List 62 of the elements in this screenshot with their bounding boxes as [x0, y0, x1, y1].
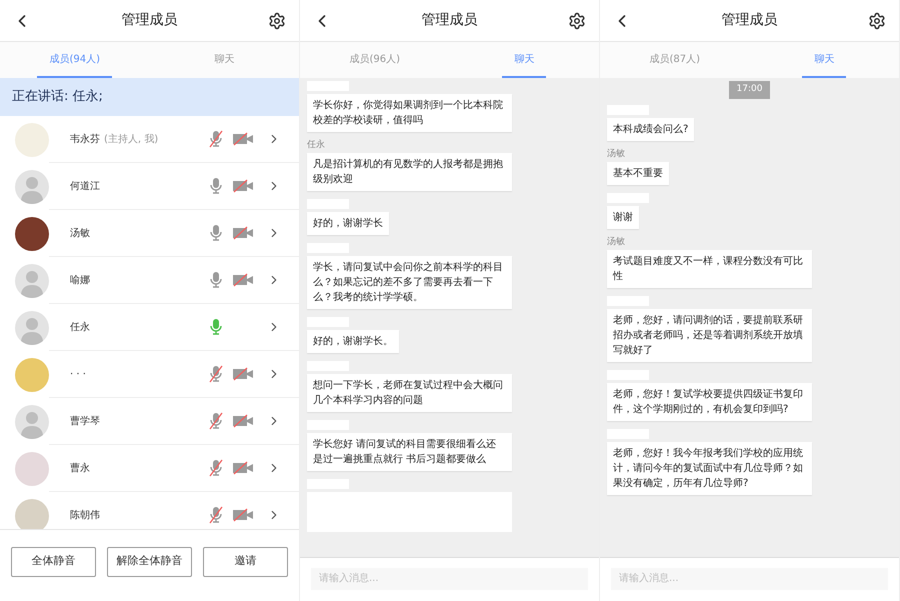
message-bubble: 学长，请问复试中会问你之前本科学的科目么？如果忘记的差不多了需要再去看一下么？我考的统计学学硕。	[307, 256, 512, 309]
settings-icon[interactable]	[267, 10, 287, 30]
camera-off-icon[interactable]	[232, 414, 254, 428]
camera-off-icon[interactable]	[232, 273, 254, 287]
message-bubble: 好的，谢谢学长	[307, 212, 389, 235]
muted-mic-icon[interactable]	[208, 412, 224, 430]
message-bubble: 考试题目难度又不一样，课程分数没有可比性	[607, 250, 812, 288]
message-input[interactable]: 请输入消息...	[311, 568, 588, 590]
mic-icon[interactable]	[208, 318, 224, 336]
camera-off-icon[interactable]	[232, 461, 254, 475]
sender-name: 汤敏	[607, 236, 625, 246]
member-name: 曹学琴	[70, 414, 100, 428]
camera-off-icon[interactable]	[232, 508, 254, 522]
camera-off-icon[interactable]	[232, 367, 254, 381]
member-name: 汤敏	[70, 226, 90, 240]
message-bubble: 谢谢	[607, 206, 639, 228]
tab[interactable]: 成员(87人)	[637, 42, 712, 78]
message-input[interactable]: 请输入消息...	[611, 568, 888, 590]
muted-mic-icon[interactable]	[208, 506, 224, 524]
muted-mic-icon[interactable]	[208, 459, 224, 477]
member-name: 任永	[70, 320, 90, 334]
muted-mic-icon[interactable]	[208, 365, 224, 383]
message-bubble: 学长你好，你觉得如果调剂到一个比本科院校差的学校读研，值得吗	[307, 94, 512, 132]
message-bubble: 本科成绩会问么?	[607, 118, 694, 140]
mic-icon[interactable]	[208, 177, 224, 195]
message-bubble: 凡是招计算机的有见数学的人报考都是拥抱级别欢迎	[307, 153, 512, 191]
member-name: 韦永芬	[70, 132, 100, 146]
tab[interactable]: 聊天	[502, 42, 546, 78]
sender-name: 任永	[307, 140, 325, 150]
member-name: 曹永	[70, 462, 90, 476]
settings-icon[interactable]	[867, 10, 887, 30]
message-bubble: 好的，谢谢学长。	[307, 330, 399, 353]
camera-off-icon[interactable]	[232, 132, 254, 146]
message-bubble: 老师，您好！复试学校要提供四级证书复印件，这个学期刚过的，有机会复印到吗?	[607, 382, 812, 420]
tab[interactable]: 成员(96人)	[337, 42, 412, 78]
message-bubble: 学长您好 请问复试的科目需要很细看么还是过一遍挑重点就行 书后习题都要做么	[307, 433, 512, 471]
action-button[interactable]: 解除全体静音	[107, 546, 192, 576]
member-name: 何道江	[70, 180, 100, 194]
member-name: 陈朝伟	[70, 508, 100, 522]
sender-name: 汤敏	[607, 148, 625, 158]
page-title: 管理成员	[122, 11, 178, 30]
action-button[interactable]: 全体静音	[11, 546, 96, 576]
message-bubble: 老师，您好！我今年报考我们学校的应用统计，请问今年的复试面试中有几位导师？如果没有确定，历年有几位导师?	[607, 442, 812, 494]
member-name: 喻娜	[70, 274, 90, 288]
tab[interactable]: 聊天	[202, 42, 246, 78]
time-badge: 17:00	[728, 81, 770, 98]
message-bubble: 老师，您好，请问调剂的话，要提前联系研招办或者老师吗，还是等着调剂系统开放填写就好了	[607, 308, 812, 362]
mic-icon[interactable]	[208, 224, 224, 242]
message-bubble: 想问一下学长，老师在复试过程中会大概问几个本科学习内容的问题	[307, 374, 512, 412]
message-bubble: 基本不重要	[607, 162, 669, 184]
tab[interactable]: 聊天	[802, 42, 846, 78]
member-role: (主持人, 我)	[104, 132, 158, 146]
mic-icon[interactable]	[208, 271, 224, 289]
settings-icon[interactable]	[567, 10, 587, 30]
muted-mic-icon[interactable]	[208, 130, 224, 148]
camera-off-icon[interactable]	[232, 179, 254, 193]
member-name: · · ·	[70, 368, 86, 382]
action-button[interactable]: 邀请	[203, 546, 288, 576]
page-title: 管理成员	[422, 11, 478, 30]
page-title: 管理成员	[722, 11, 778, 30]
camera-off-icon[interactable]	[232, 226, 254, 240]
speaking-banner: 正在讲话: 任永;	[0, 78, 299, 116]
